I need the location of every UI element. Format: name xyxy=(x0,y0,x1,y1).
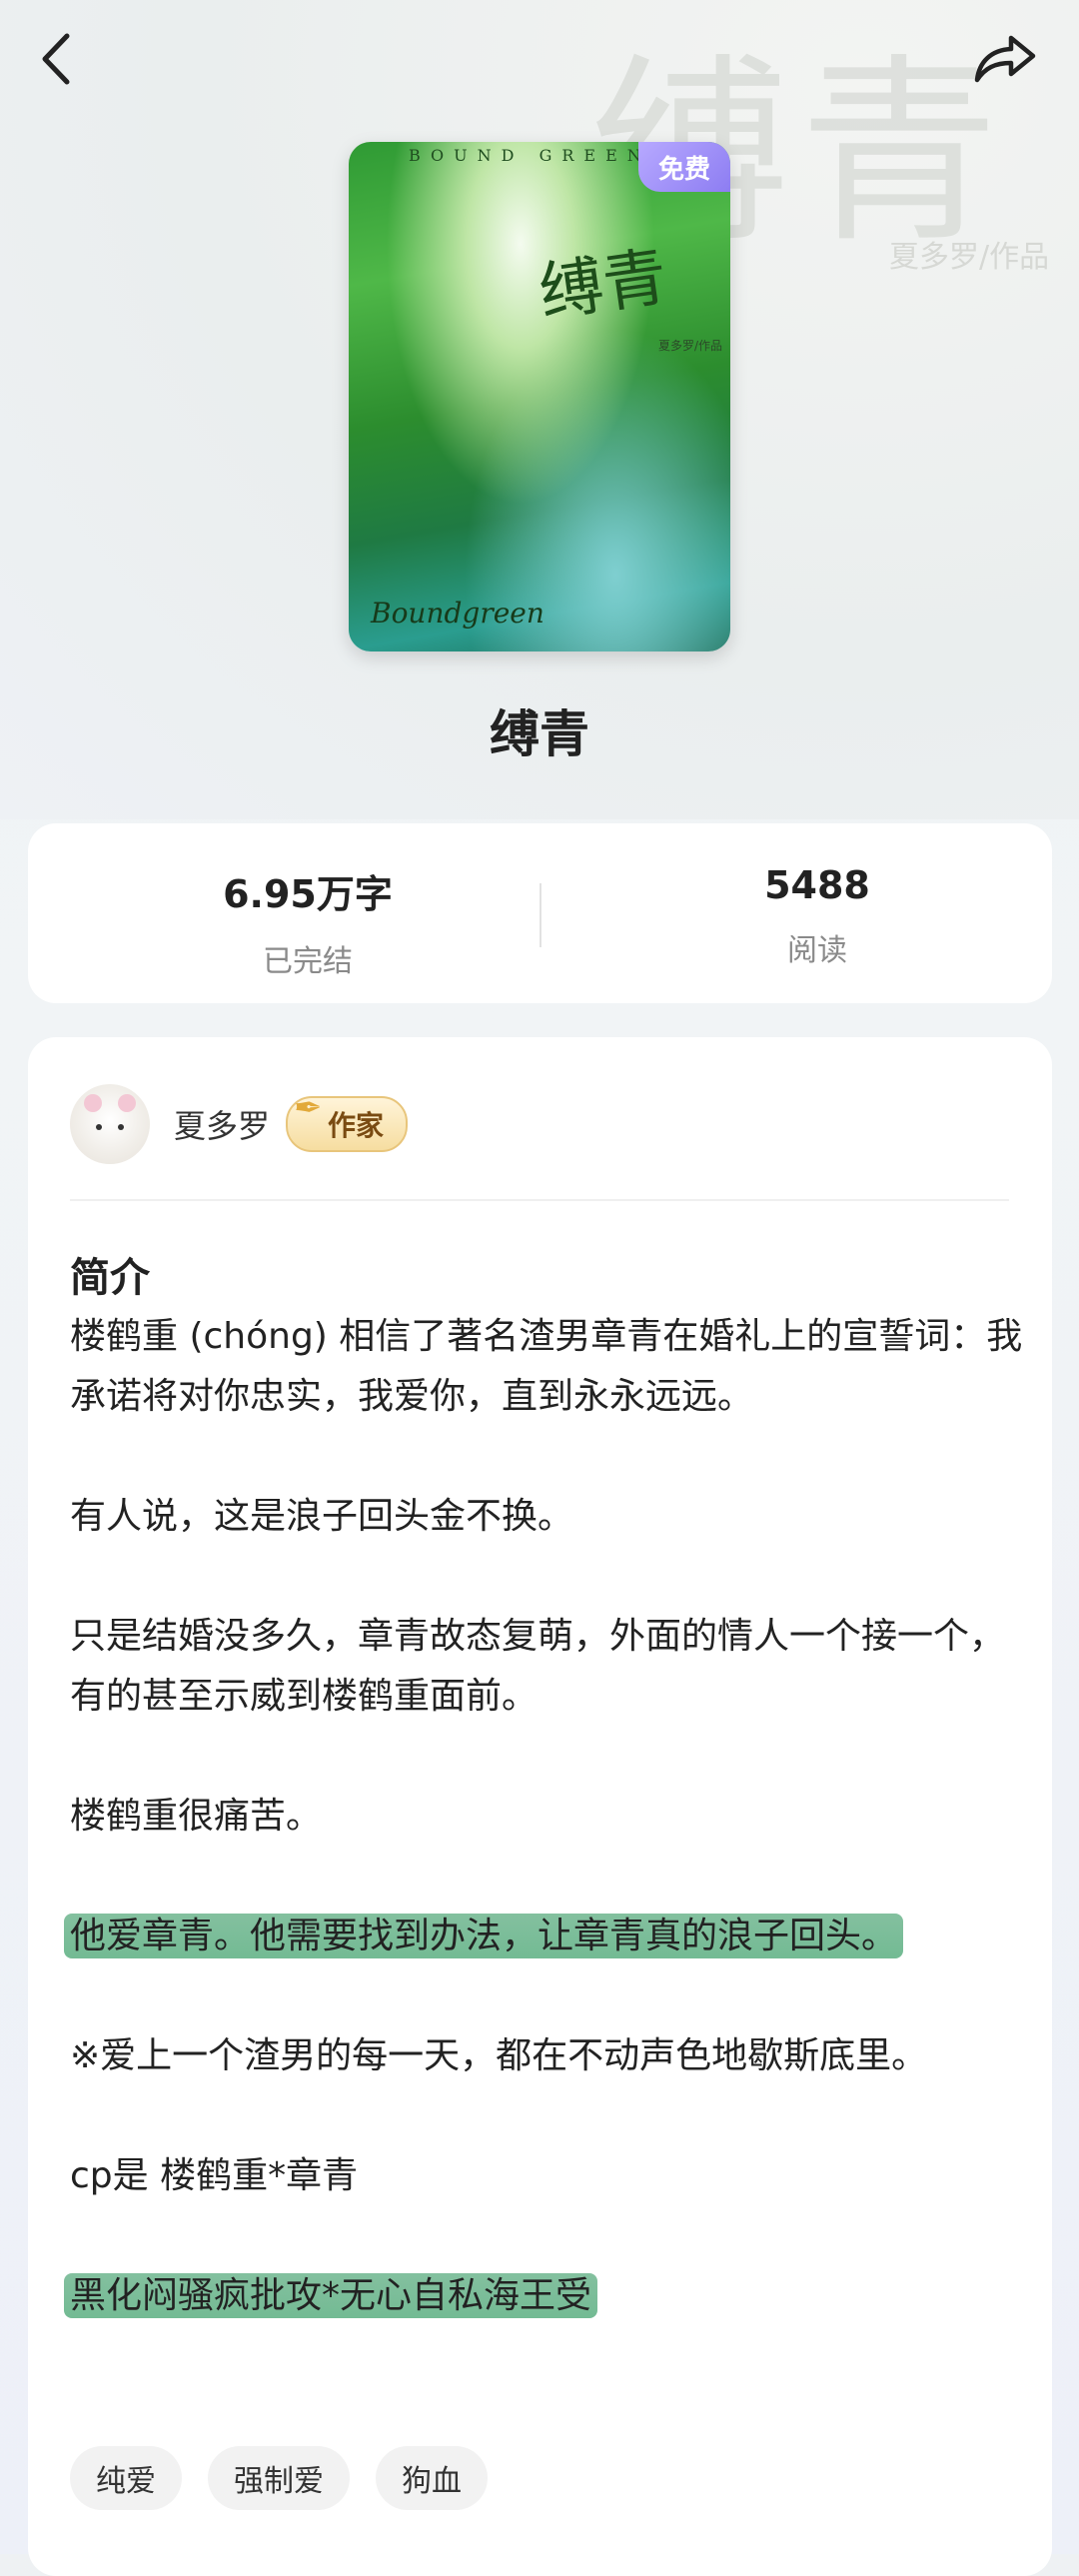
word-count-stat: 6.95万字 已完结 xyxy=(58,863,557,980)
free-badge: 免费 xyxy=(638,142,730,192)
book-title: 缚青 xyxy=(490,705,589,763)
read-count-label: 阅读 xyxy=(787,933,847,968)
stats-card: 6.95万字 已完结 5488 阅读 xyxy=(28,823,1052,1003)
writer-badge-label: 作家 xyxy=(328,1109,385,1142)
intro-paragraph: 只是结婚没多久，章青故态复萌，外面的情人一个接一个，有的甚至示威到楼鹤重面前。 xyxy=(70,1616,1006,1717)
stats-divider xyxy=(540,883,541,947)
background-author: 夏多罗/作品 xyxy=(889,240,1050,275)
intro-paragraph: 楼鹤重很痛苦。 xyxy=(70,1796,323,1837)
tag-chip[interactable]: 强制爱 xyxy=(208,2446,350,2510)
intro-paragraph: 有人说，这是浪子回头金不换。 xyxy=(70,1496,574,1537)
intro-heading: 简介 xyxy=(70,1255,150,1301)
avatar-ear xyxy=(118,1094,136,1112)
share-button[interactable] xyxy=(971,24,1041,94)
cover-author-mark: 夏多罗/作品 xyxy=(658,339,723,353)
read-count-stat: 5488 阅读 xyxy=(567,863,1067,969)
section-divider xyxy=(70,1199,1009,1201)
avatar-ear xyxy=(84,1094,102,1112)
author-name[interactable]: 夏多罗 xyxy=(174,1101,270,1147)
author-row[interactable]: 夏多罗 ✒ 作家 xyxy=(70,1079,409,1169)
tag-list: 纯爱 强制爱 狗血 xyxy=(70,2446,488,2510)
quill-icon: ✒ xyxy=(294,1088,323,1128)
share-icon xyxy=(974,35,1036,83)
cover-script-title: Boundgreen xyxy=(371,597,544,630)
detail-card: 夏多罗 ✒ 作家 简介 楼鹤重 (chóng) 相信了著名渣男章青在婚礼上的宣誓… xyxy=(28,1037,1052,2576)
word-count-value: 6.95万字 xyxy=(223,872,393,916)
tag-chip[interactable]: 纯爱 xyxy=(70,2446,182,2510)
highlighted-text: 黑化闷骚疯批攻*无心自私海王受 xyxy=(64,2273,598,2318)
intro-paragraph: ※爱上一个渣男的每一天，都在不动声色地歇斯底里。 xyxy=(70,2035,928,2076)
book-cover[interactable]: BOUND GREEN 缚青 夏多罗/作品 Boundgreen 免费 xyxy=(349,142,730,651)
intro-paragraph-highlight: 黑化闷骚疯批攻*无心自私海王受 xyxy=(64,2266,1029,2326)
tag-chip[interactable]: 狗血 xyxy=(376,2446,488,2510)
cover-calligraphy: 缚青 xyxy=(535,240,672,332)
highlighted-text: 他爱章青。他需要找到办法，让章青真的浪子回头。 xyxy=(64,1914,904,1958)
writer-badge: ✒ 作家 xyxy=(286,1088,409,1152)
back-button[interactable] xyxy=(22,24,92,94)
intro-paragraph: cp是 楼鹤重*章青 xyxy=(70,2155,359,2196)
read-count-value: 5488 xyxy=(764,863,870,907)
avatar-eyes xyxy=(96,1124,124,1130)
cover-top-text: BOUND GREEN xyxy=(409,146,651,165)
avatar[interactable] xyxy=(70,1084,150,1164)
intro-paragraph-highlight: 他爱章青。他需要找到办法，让章青真的浪子回头。 xyxy=(64,1907,1029,1966)
chevron-left-icon xyxy=(42,33,70,85)
intro-text: 楼鹤重 (chóng) 相信了著名渣男章青在婚礼上的宣誓词：我承诺将对你忠实，我… xyxy=(64,1307,1029,2326)
intro-paragraph: 楼鹤重 (chóng) 相信了著名渣男章青在婚礼上的宣誓词：我承诺将对你忠实，我… xyxy=(70,1316,1023,1417)
status-label: 已完结 xyxy=(263,944,353,979)
